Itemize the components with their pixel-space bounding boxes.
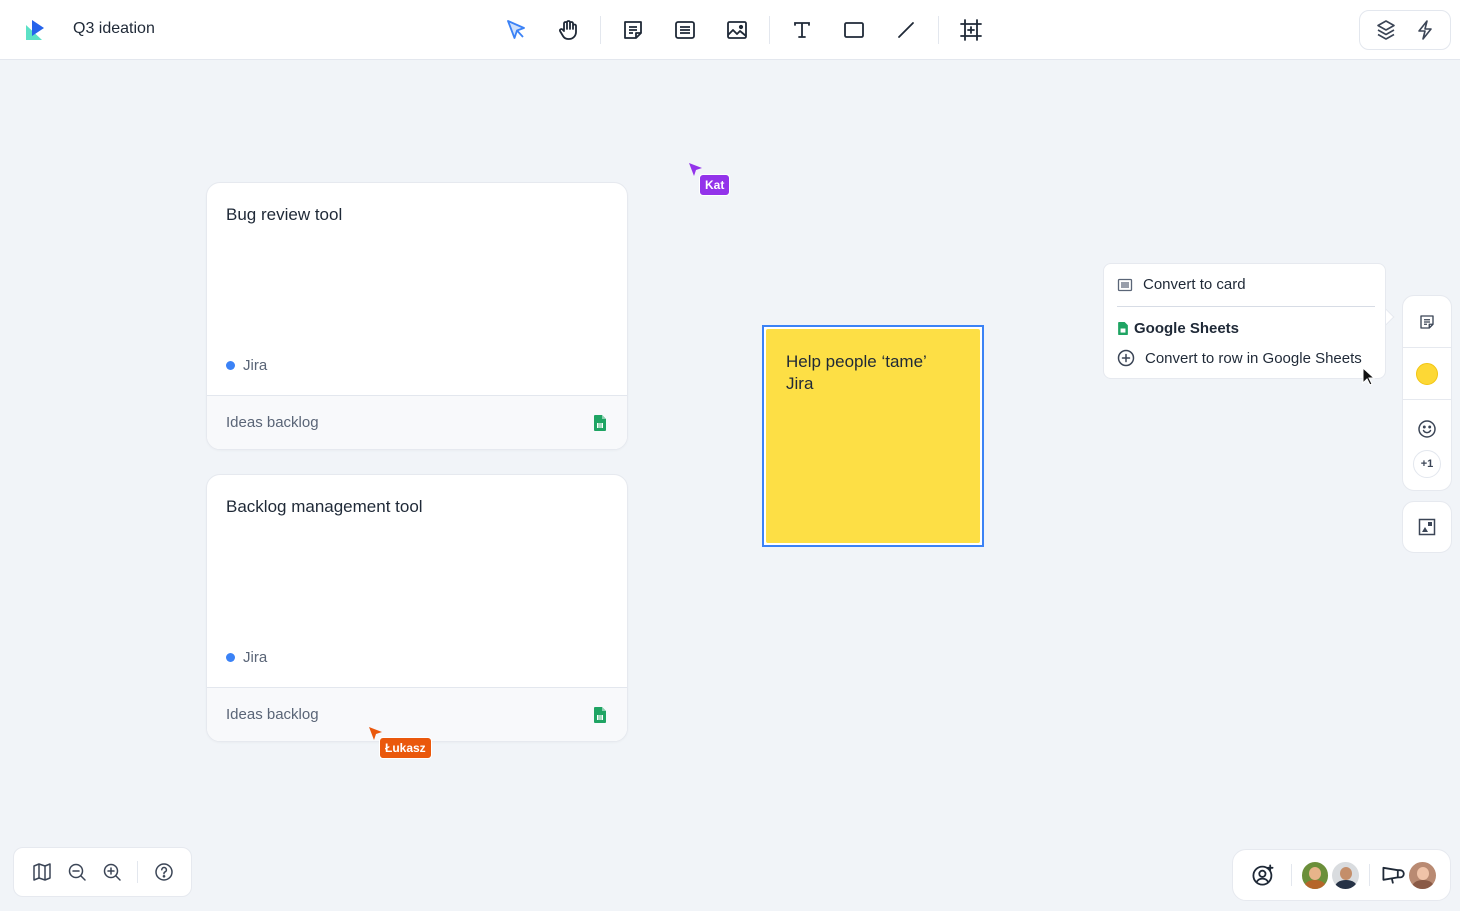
convert-to-row-label: Convert to row in Google Sheets bbox=[1145, 349, 1362, 367]
add-reaction-button[interactable] bbox=[1417, 412, 1437, 446]
image-panel bbox=[1402, 501, 1452, 553]
zoom-out-button[interactable] bbox=[62, 857, 91, 887]
card-body: Bug review tool Jira bbox=[207, 183, 627, 395]
announce-button[interactable] bbox=[1380, 859, 1406, 891]
line-icon bbox=[898, 22, 914, 38]
top-bar: Q3 ideation bbox=[0, 0, 1460, 60]
hand-tool-button[interactable] bbox=[548, 10, 588, 50]
card[interactable]: Bug review tool Jira Ideas backlog bbox=[206, 182, 628, 450]
google-sheets-icon[interactable] bbox=[594, 707, 606, 723]
minimap-button[interactable] bbox=[27, 857, 56, 887]
frame-tool-button[interactable] bbox=[951, 10, 991, 50]
rectangle-tool-button[interactable] bbox=[834, 10, 874, 50]
sticky-note-tool-button[interactable] bbox=[613, 10, 653, 50]
help-icon bbox=[154, 863, 173, 881]
image-tool-button[interactable] bbox=[717, 10, 757, 50]
convert-menu: Convert to card Google Sheets Convert to… bbox=[1103, 263, 1386, 379]
toolbar-divider bbox=[769, 16, 770, 44]
tag-dot-icon bbox=[226, 653, 235, 662]
card-icon bbox=[675, 21, 695, 39]
card-title: Bug review tool bbox=[226, 205, 343, 224]
smiley-icon bbox=[1418, 420, 1436, 438]
menu-section-heading: Google Sheets bbox=[1118, 320, 1239, 337]
current-user-avatar[interactable] bbox=[1409, 861, 1436, 889]
invite-button[interactable] bbox=[1247, 859, 1279, 891]
toolbar-divider bbox=[1368, 864, 1370, 886]
hand-icon bbox=[559, 20, 577, 40]
image-placeholder-button[interactable] bbox=[1418, 518, 1436, 536]
zoom-in-button[interactable] bbox=[97, 857, 126, 887]
card-footer: Ideas backlog bbox=[207, 395, 627, 449]
add-user-icon bbox=[1252, 864, 1274, 886]
card-icon bbox=[1117, 278, 1133, 291]
plus-circle-icon bbox=[1117, 349, 1135, 367]
select-tool-button[interactable] bbox=[496, 10, 536, 50]
card-body: Backlog management tool Jira bbox=[207, 475, 627, 687]
card-footer-label: Ideas backlog bbox=[226, 706, 319, 723]
toolbar-divider bbox=[938, 16, 939, 44]
card-footer: Ideas backlog bbox=[207, 687, 627, 741]
bottom-left-controls bbox=[13, 847, 192, 897]
image-icon bbox=[727, 21, 747, 39]
layers-button[interactable] bbox=[1368, 10, 1404, 50]
zoom-in-icon bbox=[103, 863, 121, 881]
selected-sticky-note[interactable]: Help people ‘tame’ Jira bbox=[762, 325, 984, 547]
collaborator-cursor: Łukasz bbox=[368, 726, 432, 759]
participant-avatar[interactable] bbox=[1301, 861, 1329, 889]
pointer-arrow-icon bbox=[507, 20, 525, 39]
menu-divider bbox=[1117, 306, 1375, 307]
mouse-pointer-icon bbox=[1362, 367, 1376, 386]
toolbar-divider bbox=[137, 861, 139, 883]
zoom-out-icon bbox=[68, 863, 86, 881]
sticky-note[interactable]: Help people ‘tame’ Jira bbox=[766, 329, 980, 543]
rectangle-icon bbox=[844, 22, 864, 38]
app-logo[interactable] bbox=[24, 18, 48, 42]
object-side-panel: +1 bbox=[1402, 295, 1452, 491]
board-title[interactable]: Q3 ideation bbox=[73, 20, 155, 38]
convert-to-row-item[interactable]: Convert to row in Google Sheets bbox=[1117, 349, 1362, 367]
tag-label: Jira bbox=[243, 357, 268, 374]
reactions-section: +1 bbox=[1403, 400, 1451, 490]
reaction-count-button[interactable]: +1 bbox=[1413, 450, 1441, 478]
sticky-note-icon bbox=[624, 21, 642, 39]
bottom-right-collaboration bbox=[1232, 849, 1451, 901]
sticky-note-icon bbox=[1420, 314, 1434, 329]
frame-icon bbox=[960, 19, 982, 41]
toolbar-divider bbox=[600, 16, 601, 44]
help-button[interactable] bbox=[149, 857, 178, 887]
convert-to-card-item[interactable]: Convert to card bbox=[1117, 276, 1246, 293]
text-icon bbox=[794, 22, 810, 38]
collaborator-cursor: Kat bbox=[688, 162, 731, 196]
card-tag: Jira bbox=[226, 649, 267, 666]
section-heading-label: Google Sheets bbox=[1134, 320, 1240, 337]
collaborator-name-label: Kat bbox=[699, 174, 731, 196]
main-toolbar bbox=[490, 10, 997, 50]
top-right-actions bbox=[1359, 10, 1451, 50]
megaphone-icon bbox=[1382, 866, 1405, 884]
collaborator-name-label: Łukasz bbox=[379, 737, 432, 759]
toolbar-divider bbox=[1290, 864, 1292, 886]
map-icon bbox=[32, 863, 51, 881]
card[interactable]: Backlog management tool Jira Ideas backl… bbox=[206, 474, 628, 742]
google-sheets-icon bbox=[1118, 322, 1128, 335]
line-tool-button[interactable] bbox=[886, 10, 926, 50]
layers-icon bbox=[1376, 20, 1395, 40]
card-tag: Jira bbox=[226, 357, 267, 374]
color-swatch bbox=[1416, 362, 1438, 385]
lightning-icon bbox=[1417, 20, 1432, 40]
sticky-note-text[interactable]: Help people ‘tame’ Jira bbox=[786, 351, 946, 395]
card-footer-label: Ideas backlog bbox=[226, 414, 319, 431]
google-sheets-icon[interactable] bbox=[594, 415, 606, 431]
card-tool-button[interactable] bbox=[665, 10, 705, 50]
convert-to-card-label: Convert to card bbox=[1143, 276, 1246, 293]
tag-dot-icon bbox=[226, 361, 235, 370]
image-placeholder-icon bbox=[1418, 518, 1436, 536]
participant-avatar[interactable] bbox=[1332, 861, 1359, 889]
text-tool-button[interactable] bbox=[782, 10, 822, 50]
tag-label: Jira bbox=[243, 649, 268, 666]
automation-button[interactable] bbox=[1407, 10, 1443, 50]
note-type-button[interactable] bbox=[1403, 296, 1451, 348]
card-title: Backlog management tool bbox=[226, 497, 423, 516]
color-picker-button[interactable] bbox=[1403, 348, 1451, 400]
